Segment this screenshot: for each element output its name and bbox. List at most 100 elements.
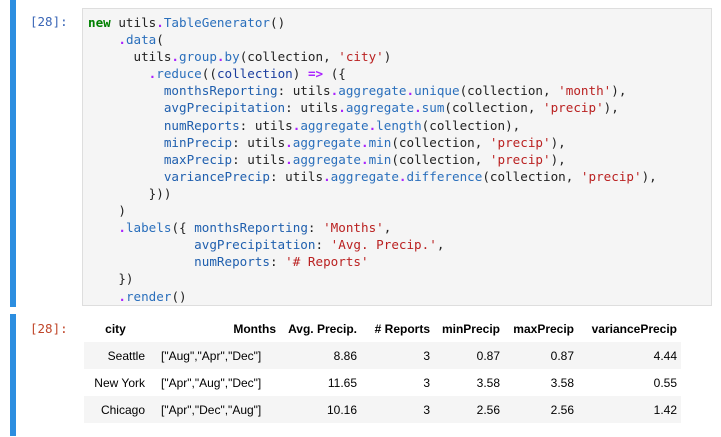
code-token: => xyxy=(307,66,324,82)
code-token: min xyxy=(368,151,392,167)
code-line: avgPrecipitation: utils.aggregate.sum(co… xyxy=(88,99,657,116)
code-line: .reduce((collection) => ({ xyxy=(88,65,657,82)
code-line: avgPrecipitation: 'Avg. Precip.', xyxy=(88,236,657,253)
code-token: (collection, xyxy=(482,168,581,184)
output-selection-bar xyxy=(10,314,16,436)
code-token: '# Reports' xyxy=(285,254,369,270)
code-token: ), xyxy=(611,83,627,99)
output-table: city Months Avg. Precip. # Reports minPr… xyxy=(84,316,681,423)
code-token: TableGenerator xyxy=(163,15,270,30)
cell-months: ["Aug","Apr","Dec"] xyxy=(149,342,280,369)
cell-min-precip: 0.87 xyxy=(434,342,504,369)
code-token: : utils xyxy=(232,134,286,150)
code-token: aggregate xyxy=(292,151,361,167)
header-city: city xyxy=(105,322,126,336)
code-line: new utils.TableGenerator() xyxy=(88,14,657,31)
code-token: ), xyxy=(603,100,619,116)
cell-variance-precip: 0.55 xyxy=(653,375,677,390)
code-token: (collection, xyxy=(239,49,339,65)
code-line: ) xyxy=(88,202,657,219)
header-max-precip: maxPrecip xyxy=(513,322,574,336)
code-editor[interactable]: new utils.TableGenerator() .data( utils.… xyxy=(82,8,712,306)
cell-avg-precip: 10.16 xyxy=(280,396,361,423)
code-token: (collection, xyxy=(391,134,490,150)
code-token: ), xyxy=(550,134,566,150)
code-token: 'precip' xyxy=(580,168,642,184)
cell-max-precip: 3.58 xyxy=(550,375,574,390)
input-prompt: [28]: xyxy=(30,14,68,29)
code-line: monthsReporting: utils.aggregate.unique(… xyxy=(88,82,657,99)
cell-city: Chicago xyxy=(84,396,149,423)
cell-variance-precip: 4.44 xyxy=(578,342,681,369)
code-token: : utils xyxy=(232,151,286,167)
code-token: numReports xyxy=(194,254,270,270)
cell-variance-precip: 1.42 xyxy=(578,396,681,423)
code-token: . xyxy=(118,32,126,48)
code-token: () xyxy=(171,288,187,304)
code-token: length xyxy=(376,117,422,133)
code-token: . xyxy=(398,168,407,184)
code-token: . xyxy=(338,100,346,116)
code-line: .labels({ monthsReporting: 'Months', xyxy=(88,219,657,236)
code-token: maxPrecip xyxy=(163,151,233,167)
code-line: .data( xyxy=(88,31,657,48)
table-row: Chicago ["Apr","Dec","Aug"] 10.16 3 2.56… xyxy=(84,396,681,423)
code-token: . xyxy=(156,15,164,30)
code-token: (collection), xyxy=(421,117,521,133)
code-token: : utils xyxy=(285,100,339,116)
code-token: new xyxy=(88,15,111,30)
table-header-row: city Months Avg. Precip. # Reports minPr… xyxy=(84,316,681,342)
code-token: ({ xyxy=(323,66,346,82)
cell-min-precip: 2.56 xyxy=(434,396,504,423)
cell-min-precip: 3.58 xyxy=(476,375,500,390)
code-token: (collection, xyxy=(391,151,490,167)
cell-num-reports: 3 xyxy=(361,342,434,369)
header-variance-precip: variancePrecip xyxy=(591,322,677,336)
code-token: ), xyxy=(641,168,657,184)
code-token: render xyxy=(125,288,172,304)
code-token: . xyxy=(118,288,126,304)
code-token: collection xyxy=(216,66,293,82)
code-token: ({ xyxy=(171,220,195,236)
input-cell[interactable]: [28]: new utils.TableGenerator() .data( … xyxy=(0,0,721,310)
code-token: numReports xyxy=(163,117,240,133)
cell-num-reports: 3 xyxy=(361,396,434,423)
code-token: avgPrecipitation xyxy=(163,100,286,116)
code-token: . xyxy=(285,134,293,150)
code-token: : utils xyxy=(277,83,331,99)
code-token: ) xyxy=(292,66,308,82)
cell-selection-bar xyxy=(10,0,16,307)
code-token: . xyxy=(118,220,126,236)
code-token: 'precip' xyxy=(543,100,604,116)
code-token: unique xyxy=(414,83,460,99)
cell-max-precip: 0.87 xyxy=(504,342,578,369)
code-token: . xyxy=(361,151,369,167)
code-token: . xyxy=(285,151,293,167)
code-token: 'Months' xyxy=(323,220,384,236)
code-token: (( xyxy=(201,66,217,82)
code-line: }) xyxy=(88,270,657,287)
code-token: variancePrecip xyxy=(163,168,270,184)
cell-months: ["Apr","Aug","Dec"] xyxy=(161,375,262,390)
code-token: monthsReporting xyxy=(194,220,308,236)
code-token: data xyxy=(125,32,157,48)
code-line: numReports: utils.aggregate.length(colle… xyxy=(88,117,657,134)
code-token: utils xyxy=(110,15,157,30)
output-prompt: [28]: xyxy=(30,321,68,336)
code-token: utils xyxy=(88,49,172,65)
header-min-precip: minPrecip xyxy=(441,322,500,336)
code-token: (collection, xyxy=(444,100,543,116)
code-line: })) xyxy=(88,185,657,202)
code-token: . xyxy=(323,168,331,184)
code-token: : xyxy=(307,220,324,236)
code-line: variancePrecip: utils.aggregate.differen… xyxy=(88,168,657,185)
cell-city: Seattle xyxy=(84,342,149,369)
header-num-reports: # Reports xyxy=(374,322,430,336)
